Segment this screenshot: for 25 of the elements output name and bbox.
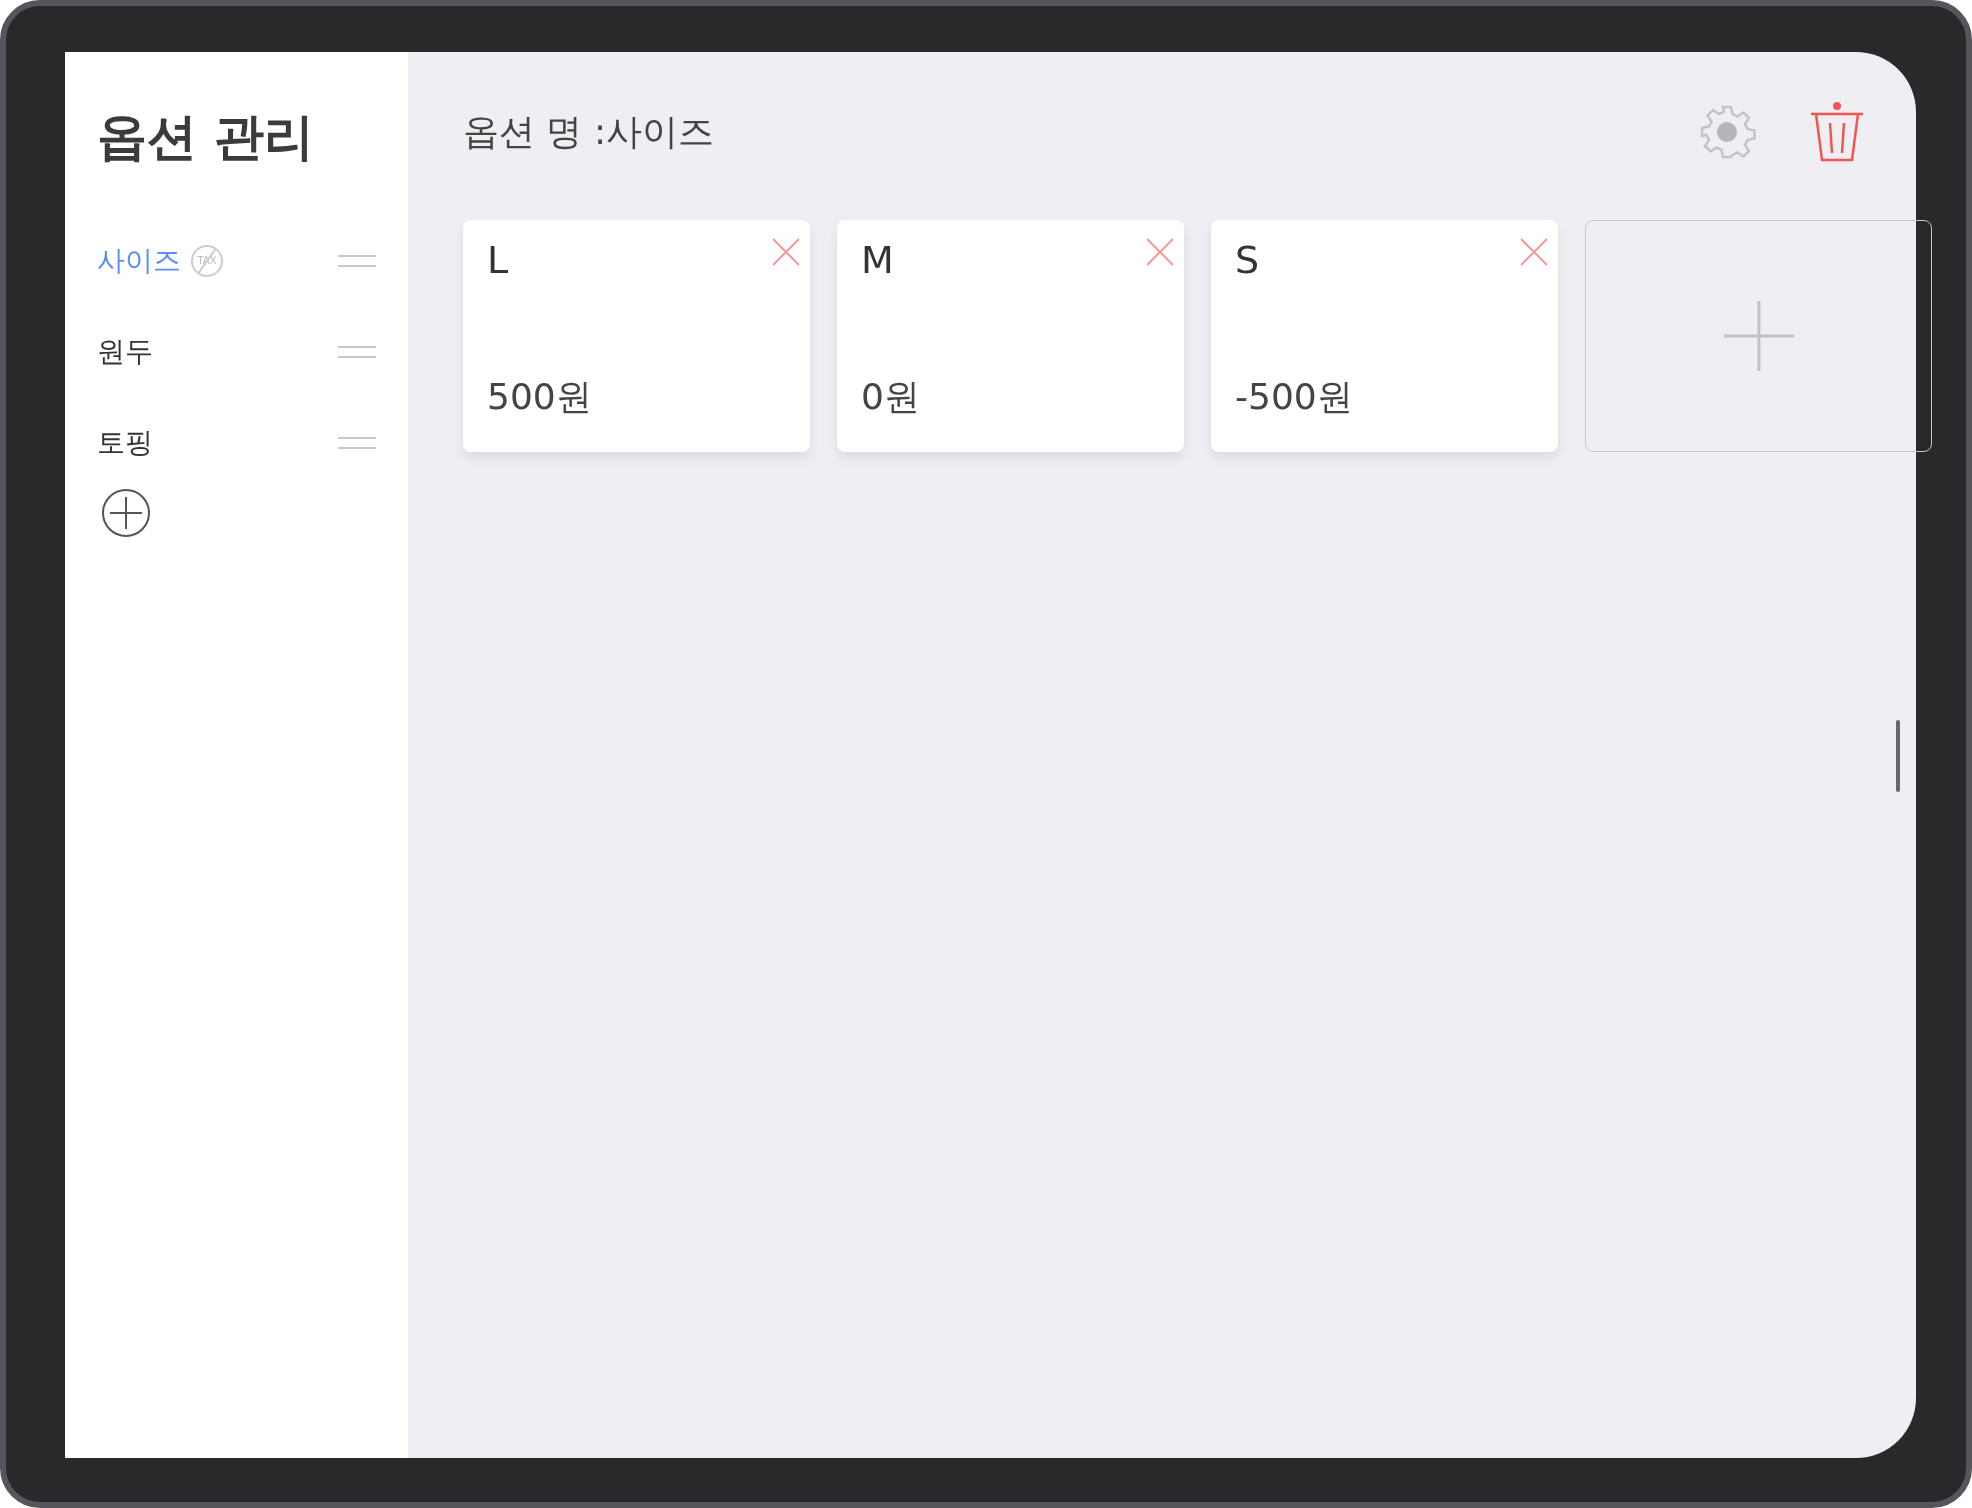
close-icon[interactable] <box>772 238 800 266</box>
option-card[interactable]: L 500원 <box>463 220 810 452</box>
drag-handle-icon[interactable] <box>338 344 376 359</box>
option-card[interactable]: S -500원 <box>1211 220 1558 452</box>
close-icon[interactable] <box>1520 238 1548 266</box>
option-price: -500원 <box>1235 375 1354 419</box>
option-card[interactable]: M 0원 <box>837 220 1184 452</box>
option-price: 0원 <box>861 375 921 419</box>
page-title: 옵션 관리 <box>97 107 316 168</box>
add-icon[interactable] <box>101 488 151 538</box>
option-name: M <box>861 238 894 282</box>
option-name: L <box>487 238 509 282</box>
option-price: 500원 <box>487 375 593 419</box>
plus-icon <box>1723 301 1794 371</box>
option-name: S <box>1235 238 1260 282</box>
close-icon[interactable] <box>1146 238 1174 266</box>
drag-handle-icon[interactable] <box>338 253 376 268</box>
scroll-indicator <box>1896 720 1900 792</box>
add-option-button[interactable] <box>1585 220 1932 452</box>
drag-handle-icon[interactable] <box>338 435 376 450</box>
trash-icon[interactable] <box>1808 101 1866 163</box>
option-group-item[interactable]: 원두 <box>97 332 153 371</box>
settings-icon[interactable] <box>1698 103 1756 161</box>
option-name-title: 옵션 명 :사이즈 <box>463 109 715 154</box>
option-group-item[interactable]: 토핑 <box>97 423 153 462</box>
